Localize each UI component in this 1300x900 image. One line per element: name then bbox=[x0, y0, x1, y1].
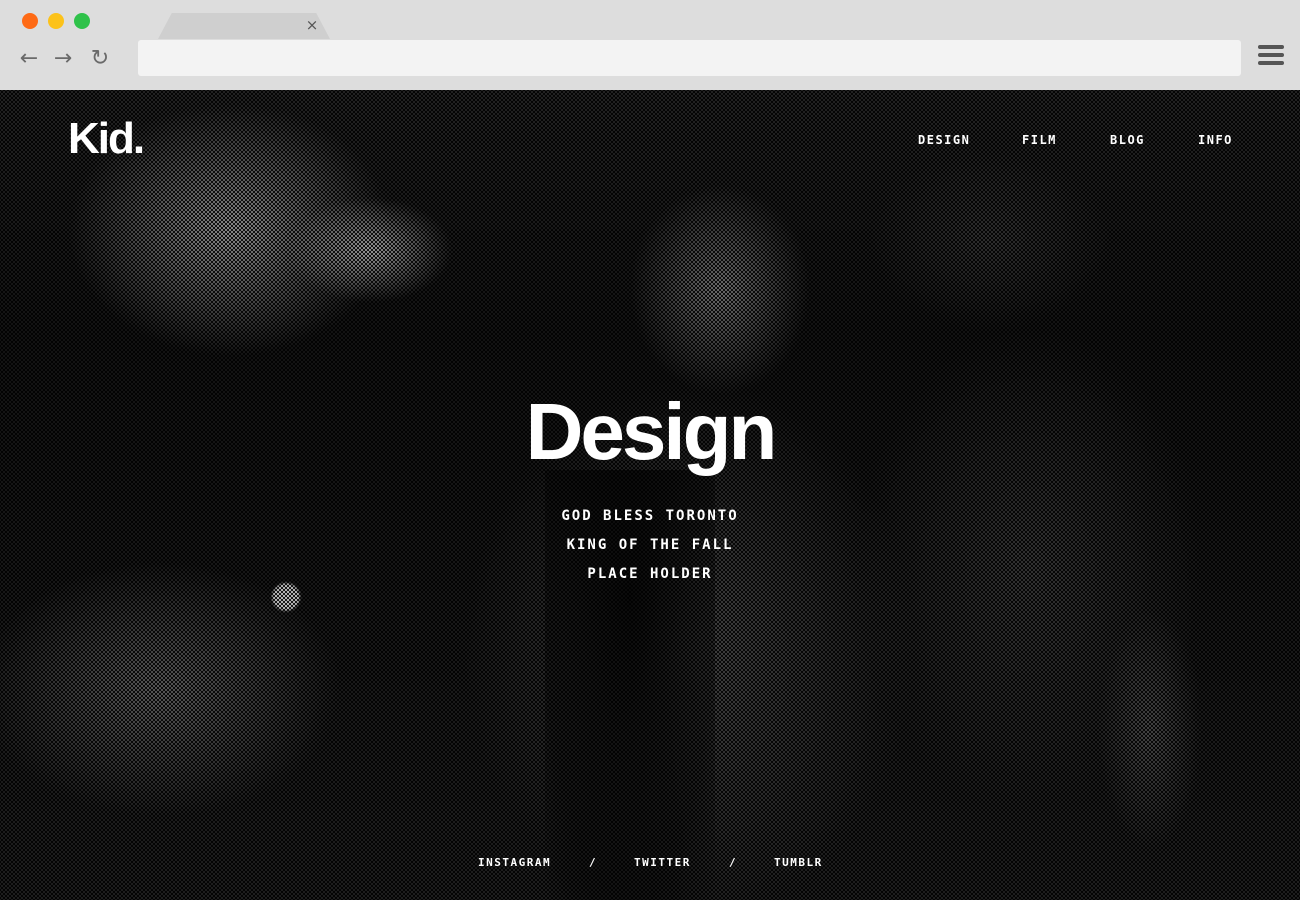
page-viewport: Kid. DESIGN FILM BLOG INFO Design GOD BL… bbox=[0, 90, 1300, 900]
tumblr-link[interactable]: TUMBLR bbox=[774, 856, 823, 869]
nav-link-film[interactable]: FILM bbox=[1022, 133, 1057, 147]
forward-arrow-icon[interactable]: → bbox=[50, 45, 76, 73]
instagram-link[interactable]: INSTAGRAM bbox=[478, 856, 551, 869]
tagline: PLACE HOLDER bbox=[587, 566, 713, 582]
halftone-overlay bbox=[0, 90, 1300, 900]
tagline: KING OF THE FALL bbox=[566, 537, 734, 553]
hamburger-menu-icon[interactable] bbox=[1258, 45, 1284, 71]
nav-link-info[interactable]: INFO bbox=[1198, 133, 1233, 147]
nav-link-design[interactable]: DESIGN bbox=[918, 133, 970, 147]
minimize-window-button[interactable] bbox=[48, 13, 64, 29]
reload-icon[interactable]: ↻ bbox=[87, 45, 113, 73]
maximize-window-button[interactable] bbox=[74, 13, 90, 29]
main-nav: DESIGN FILM BLOG INFO bbox=[0, 133, 1300, 153]
social-separator: / bbox=[589, 856, 598, 869]
browser-chrome: × ← → ↻ bbox=[0, 0, 1300, 90]
social-separator: / bbox=[729, 856, 738, 869]
social-links: INSTAGRAM / TWITTER / TUMBLR bbox=[0, 856, 1300, 872]
back-arrow-icon[interactable]: ← bbox=[16, 45, 42, 73]
tab-close-icon[interactable]: × bbox=[305, 15, 319, 35]
nav-link-blog[interactable]: BLOG bbox=[1110, 133, 1145, 147]
twitter-link[interactable]: TWITTER bbox=[634, 856, 691, 869]
tagline: GOD BLESS TORONTO bbox=[561, 508, 739, 524]
close-window-button[interactable] bbox=[22, 13, 38, 29]
address-bar[interactable] bbox=[138, 40, 1241, 76]
hero-title: Design bbox=[525, 387, 778, 476]
hero-taglines: GOD BLESS TORONTO KING OF THE FALL PLACE… bbox=[0, 502, 1300, 589]
